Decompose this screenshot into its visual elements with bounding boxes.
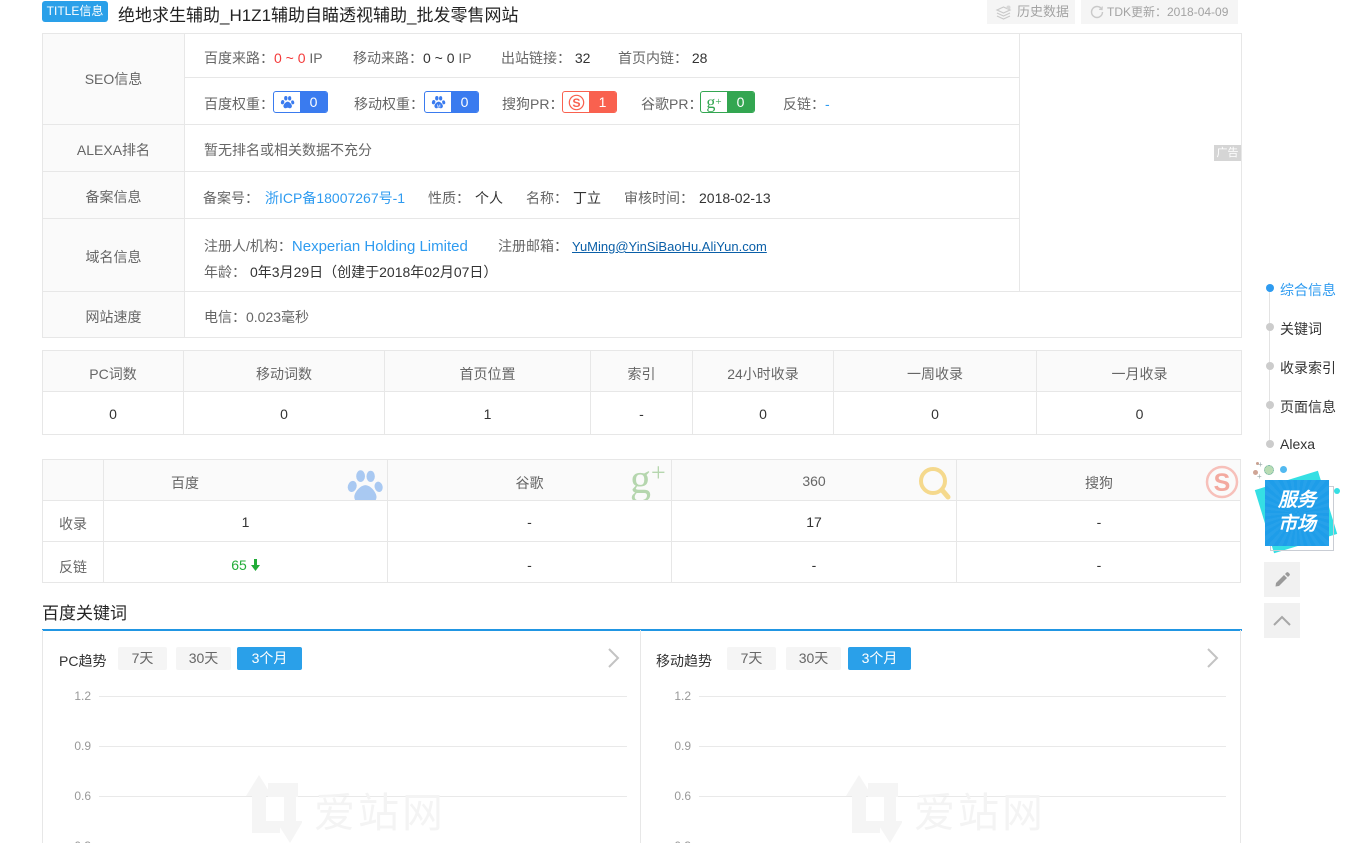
svg-text:M: M: [436, 104, 440, 109]
svg-text:S: S: [572, 95, 580, 109]
